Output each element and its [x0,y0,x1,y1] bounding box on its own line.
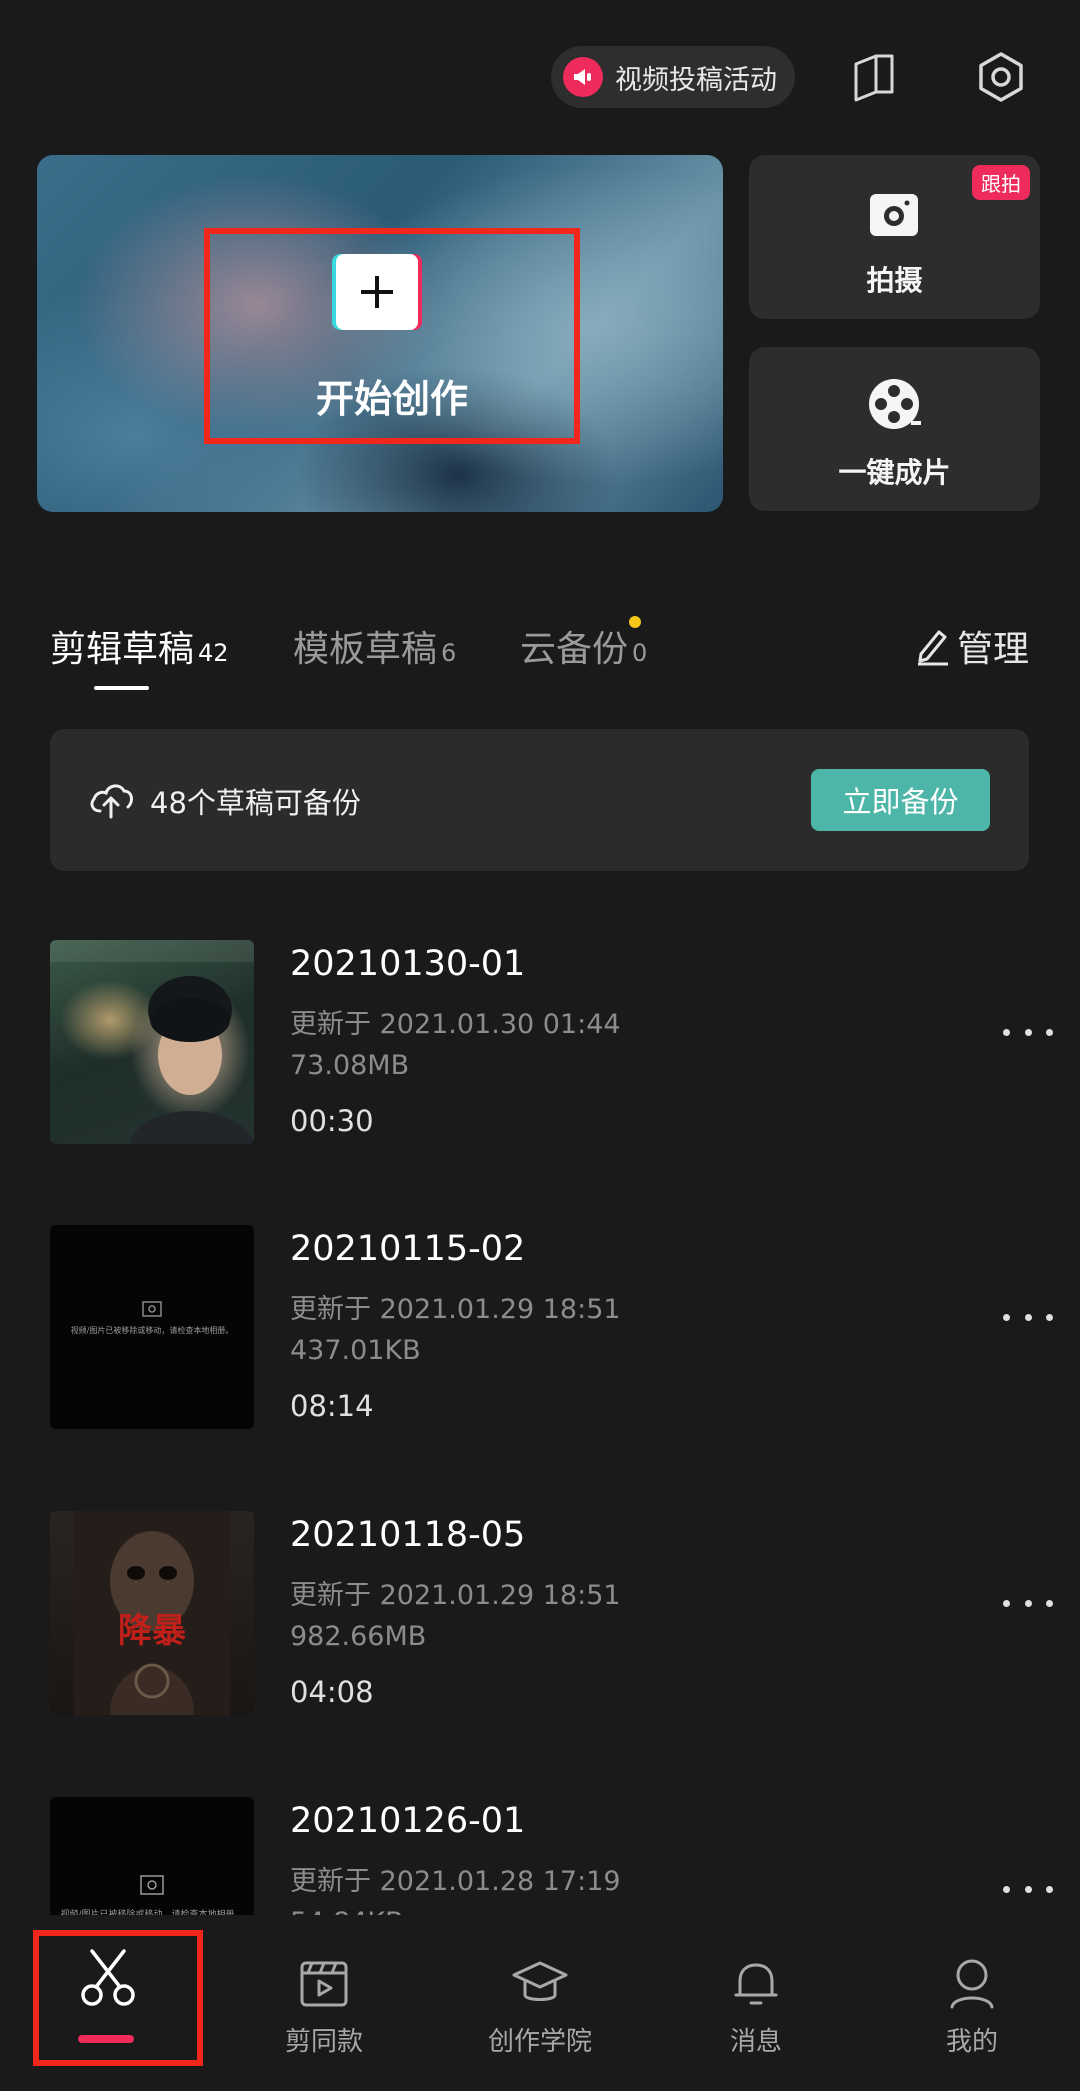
draft-file-size: 437.01KB [290,1335,421,1366]
missing-media-icon [142,1301,162,1317]
nav-label: 剪同款 [284,2027,363,2057]
poster-title: 降暴 [118,1611,186,1651]
hexagon-settings-icon[interactable] [972,48,1030,106]
more-options-icon[interactable] [1003,1310,1053,1324]
nav-academy[interactable]: 创作学院 [432,1915,648,2091]
tab-label: 云备份 [520,629,629,670]
draft-title: 20210130-01 [290,944,526,984]
shoot-label: 拍摄 [866,264,923,297]
nav-profile[interactable]: 我的 [864,1915,1080,2091]
missing-media-icon [140,1875,164,1895]
nav-messages[interactable]: 消息 [648,1915,864,2091]
megaphone-icon [563,57,603,97]
manage-button[interactable]: 管理 [915,620,1029,672]
tab-count: 42 [198,639,229,667]
backup-banner: 48个草稿可备份 立即备份 [50,729,1029,871]
more-options-icon[interactable] [1003,1025,1053,1039]
start-creating-label: 开始创作 [315,377,468,421]
tab-count: 0 [632,639,648,667]
manage-label: 管理 [957,629,1030,670]
nav-same-template[interactable]: 剪同款 [216,1915,432,2091]
nav-label: 创作学院 [487,2027,592,2057]
draft-updated-time: 更新于 2021.01.30 01:44 [290,1009,621,1040]
nav-label: 我的 [945,2027,998,2057]
draft-updated-time: 更新于 2021.01.29 18:51 [290,1580,621,1611]
draft-updated-time: 更新于 2021.01.28 17:19 [290,1866,621,1897]
tab-cloud-backup[interactable]: 云备份 0 [520,620,647,672]
draft-duration: 08:14 [290,1389,374,1423]
notification-dot [629,616,641,628]
draft-thumbnail [50,940,254,1144]
draft-duration: 00:30 [290,1104,374,1138]
nav-label: 消息 [729,2027,782,2057]
draft-thumbnail: 视频/图片已被移除或移动，请检查本地相册。 [50,1225,254,1429]
one-click-video-card[interactable]: 一键成片 [749,347,1040,511]
active-tab-indicator [94,686,149,690]
edit-pencil-icon [915,626,951,666]
draft-item[interactable]: 降暴 20210118-05 更新于 2021.01.29 18:51 982.… [0,1511,1080,1721]
backup-now-button[interactable]: 立即备份 [811,769,990,831]
follow-shoot-badge: 跟拍 [972,165,1030,200]
draft-file-size: 73.08MB [290,1050,410,1081]
graduation-cap-icon [512,1955,568,2011]
tab-label: 模板草稿 [293,629,438,670]
clapper-play-icon [296,1955,352,2011]
tab-count: 6 [441,639,457,667]
cloud-upload-icon [88,779,134,819]
book-icon[interactable] [846,48,904,106]
draft-title: 20210126-01 [290,1801,526,1841]
tab-template-drafts[interactable]: 模板草稿 6 [293,620,456,672]
draft-file-size: 982.66MB [290,1621,427,1652]
plus-icon[interactable] [336,254,418,330]
video-contest-promo[interactable]: 视频投稿活动 [551,46,795,108]
draft-item[interactable]: 视频/图片已被移除或移动，请检查本地相册。 20210115-02 更新于 20… [0,1225,1080,1435]
highlight-frame [33,1930,203,2066]
camera-icon [867,188,921,242]
draft-item[interactable]: 20210130-01 更新于 2021.01.30 01:44 73.08MB… [0,940,1080,1150]
bell-icon [728,1955,784,2011]
shoot-card[interactable]: 跟拍 拍摄 [749,155,1040,319]
promo-label: 视频投稿活动 [615,64,777,96]
film-reel-icon [867,377,921,431]
backup-count-text: 48个草稿可备份 [150,786,361,820]
person-icon [944,1955,1000,2011]
tab-label: 剪辑草稿 [50,629,195,670]
more-options-icon[interactable] [1003,1882,1053,1896]
more-options-icon[interactable] [1003,1596,1053,1610]
draft-updated-time: 更新于 2021.01.29 18:51 [290,1294,621,1325]
one-click-video-label: 一键成片 [838,456,951,489]
draft-thumbnail: 降暴 [50,1511,254,1715]
tab-edit-drafts[interactable]: 剪辑草稿 42 [50,620,229,672]
draft-title: 20210115-02 [290,1229,526,1269]
missing-media-note: 视频/图片已被移除或移动，请检查本地相册。 [70,1326,234,1335]
draft-title: 20210118-05 [290,1515,526,1555]
draft-duration: 04:08 [290,1675,374,1709]
